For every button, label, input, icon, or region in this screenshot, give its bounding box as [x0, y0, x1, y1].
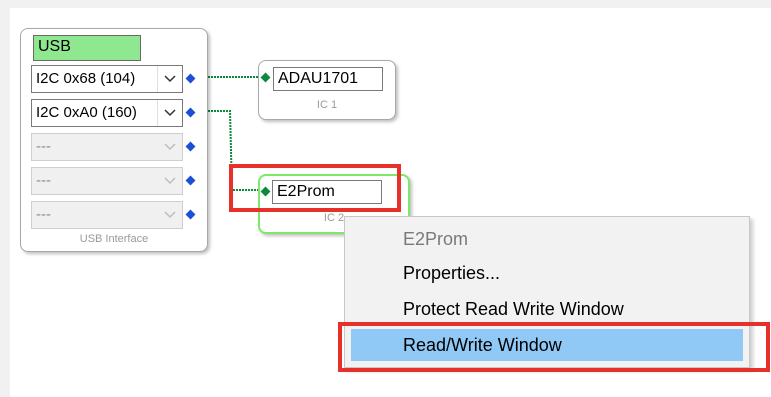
port-select-4-value: --- [36, 172, 51, 189]
menu-item-properties[interactable]: Properties... [351, 257, 743, 289]
chevron-down-icon[interactable] [157, 100, 182, 126]
port-select-3-value: --- [36, 138, 51, 155]
context-menu: E2Prom Properties... Protect Read Write … [344, 216, 750, 368]
port-select-2-value: I2C 0xA0 (160) [36, 104, 137, 121]
port-select-1-value: I2C 0x68 (104) [36, 70, 136, 87]
chevron-down-icon[interactable] [157, 66, 182, 92]
ic1-caption: IC 1 [316, 99, 338, 111]
output-port-3[interactable] [185, 141, 196, 152]
ic1-input-port[interactable] [260, 72, 271, 83]
chevron-down-icon [158, 202, 182, 228]
port-select-3[interactable]: --- [31, 133, 183, 161]
chevron-down-icon [158, 168, 182, 194]
output-port-2[interactable] [185, 107, 196, 118]
ic2-name[interactable]: E2Prom [272, 180, 382, 204]
output-port-5[interactable] [185, 209, 196, 220]
menu-item-protect-read-write-window[interactable]: Protect Read Write Window [351, 293, 743, 325]
usb-interface-block[interactable]: USB I2C 0x68 (104) I2C 0xA0 (160) --- --… [20, 28, 208, 252]
chevron-down-icon [158, 134, 182, 160]
ic1-name[interactable]: ADAU1701 [273, 67, 383, 91]
ic2-input-port[interactable] [260, 186, 271, 197]
port-select-1[interactable]: I2C 0x68 (104) [31, 65, 183, 93]
usb-title[interactable]: USB [33, 35, 141, 61]
usb-interface-caption: USB Interface [79, 233, 149, 245]
output-port-1[interactable] [185, 73, 196, 84]
port-select-2[interactable]: I2C 0xA0 (160) [31, 99, 183, 127]
port-select-5-value: --- [36, 206, 51, 223]
output-port-4[interactable] [185, 175, 196, 186]
context-menu-header: E2Prom [403, 229, 469, 249]
port-select-5[interactable]: --- [31, 201, 183, 229]
ic1-block[interactable]: ADAU1701 IC 1 [258, 60, 396, 120]
port-select-4[interactable]: --- [31, 167, 183, 195]
menu-item-read-write-window[interactable]: Read/Write Window [351, 329, 743, 361]
